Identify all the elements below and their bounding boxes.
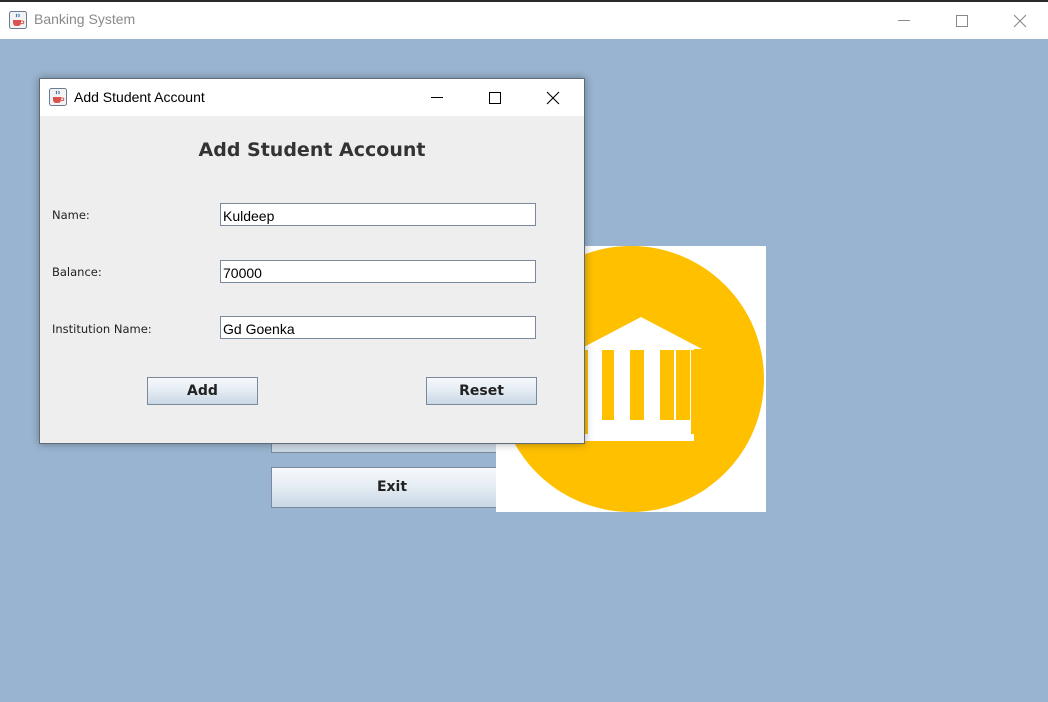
name-label: Name: [52,208,90,222]
institution-name-label: Institution Name: [52,322,152,336]
dialog-maximize-button[interactable] [466,79,524,116]
dialog-title: Add Student Account [74,89,205,105]
exit-button[interactable]: Exit [271,467,513,508]
java-coffee-icon [9,11,27,29]
dialog-heading: Add Student Account [198,139,426,161]
dialog-minimize-button[interactable] [408,79,466,116]
minimize-button[interactable] [875,2,933,39]
main-window-title: Banking System [34,11,136,27]
balance-label: Balance: [52,265,102,279]
reset-button[interactable]: Reset [426,377,537,405]
minimize-icon [431,96,443,98]
maximize-icon [956,14,968,27]
maximize-icon [489,91,501,104]
close-icon [546,91,560,104]
institution-name-field[interactable] [220,316,536,339]
balance-field[interactable] [220,260,536,283]
java-coffee-icon [49,88,67,106]
dialog-close-button[interactable] [524,79,582,116]
add-student-account-dialog: Add Student Account Add Student Account … [39,78,585,444]
name-field[interactable] [220,203,536,226]
close-icon [1013,14,1027,27]
main-window-titlebar: Banking System [0,0,1048,39]
minimize-icon [898,19,910,21]
add-button[interactable]: Add [147,377,258,405]
dialog-titlebar: Add Student Account [40,79,584,116]
maximize-button[interactable] [933,2,991,39]
close-button[interactable] [991,2,1048,39]
